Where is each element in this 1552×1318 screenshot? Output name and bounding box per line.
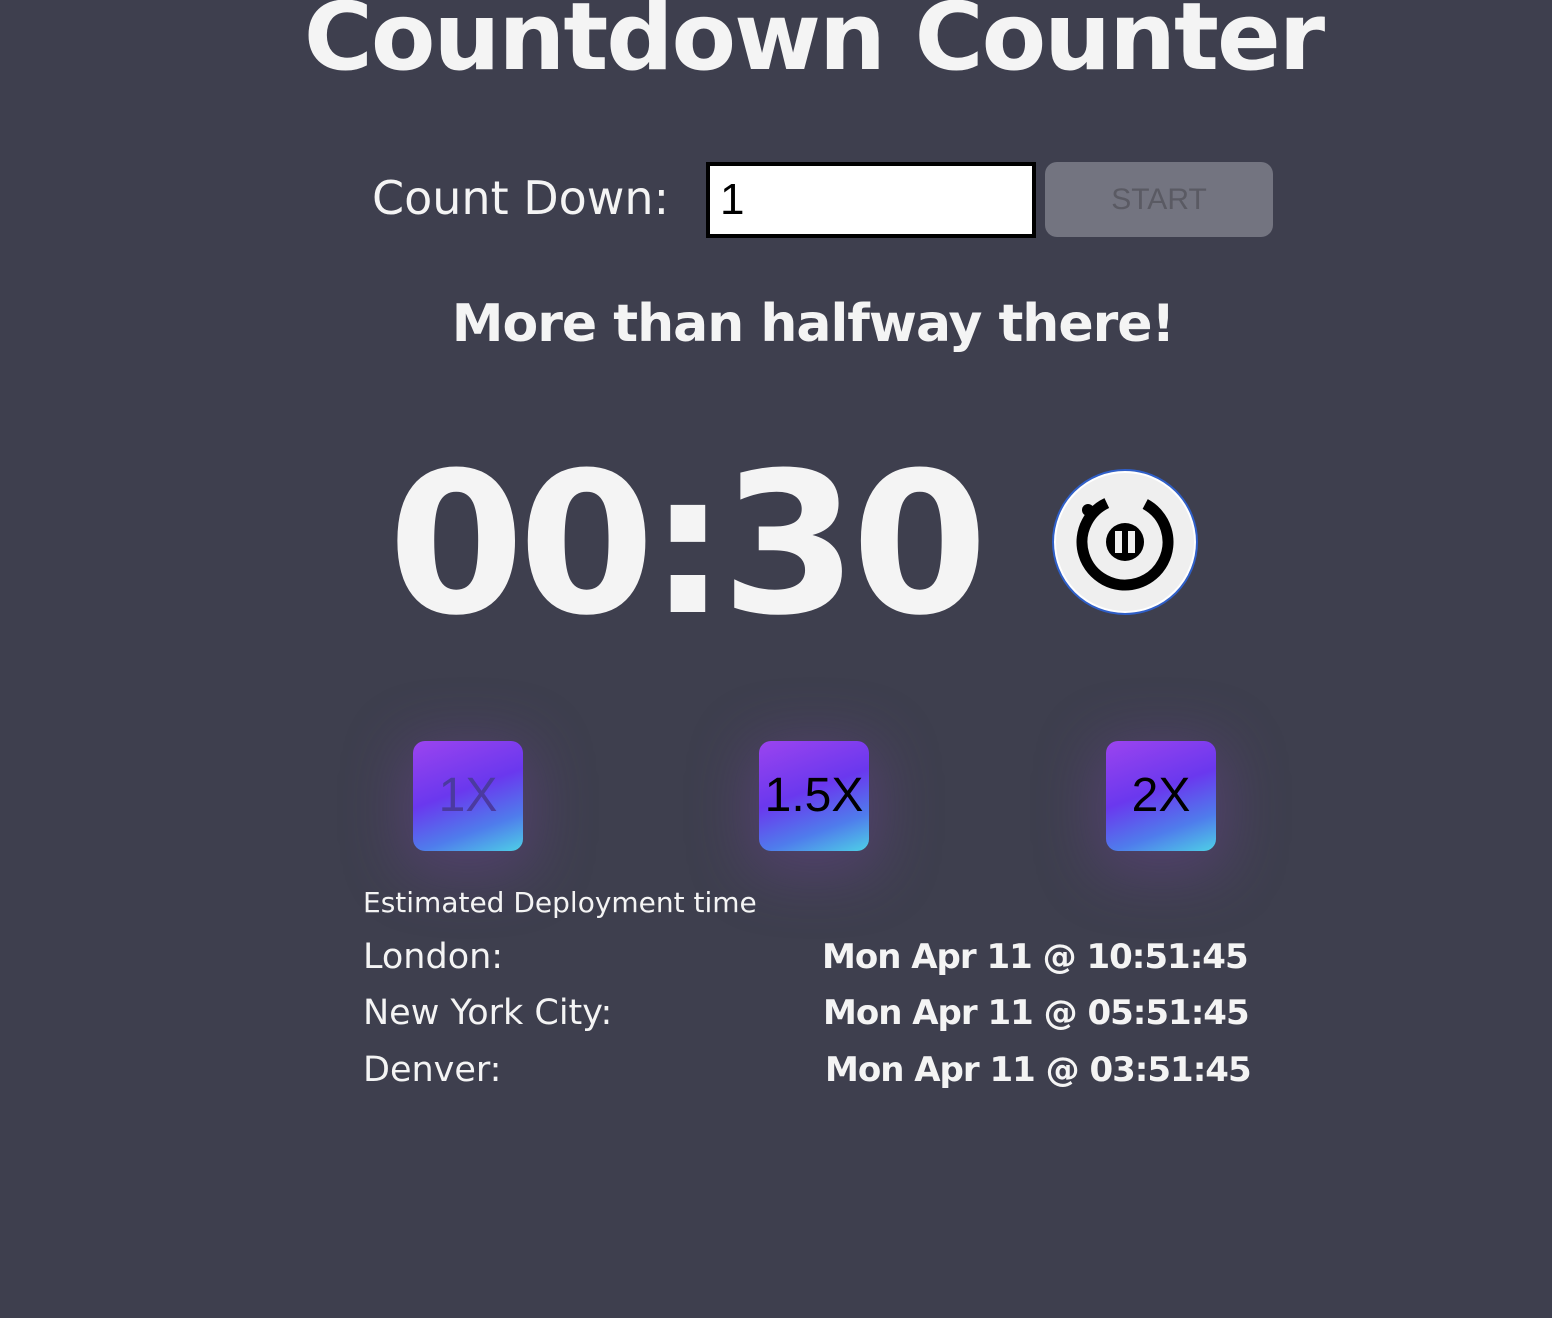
speed-2x-button[interactable]: 2X bbox=[1106, 741, 1216, 851]
deployment-time-london: Mon Apr 11 @ 10:51:45 bbox=[822, 937, 1249, 977]
timer-display: 00:30 bbox=[388, 431, 988, 659]
speed-1-5x-button[interactable]: 1.5X bbox=[759, 741, 869, 851]
deployment-time-denver: Mon Apr 11 @ 03:51:45 bbox=[825, 1050, 1252, 1090]
pause-icon bbox=[1076, 493, 1174, 591]
speed-1x-button[interactable]: 1X bbox=[413, 741, 523, 851]
page-title: Countdown Counter bbox=[303, 0, 1325, 92]
pause-button[interactable] bbox=[1052, 469, 1198, 615]
count-down-input[interactable] bbox=[706, 162, 1036, 238]
city-label-london: London: bbox=[363, 937, 504, 977]
count-down-label: Count Down: bbox=[372, 171, 670, 225]
start-button[interactable]: START bbox=[1045, 162, 1273, 237]
status-message: More than halfway there! bbox=[451, 294, 1175, 354]
city-label-denver: Denver: bbox=[363, 1050, 502, 1090]
deployment-time-new-york: Mon Apr 11 @ 05:51:45 bbox=[823, 993, 1250, 1033]
deployment-title: Estimated Deployment time bbox=[363, 886, 757, 919]
countdown-page: Countdown Counter Count Down: START More… bbox=[0, 0, 1552, 1318]
city-label-new-york: New York City: bbox=[363, 993, 613, 1033]
